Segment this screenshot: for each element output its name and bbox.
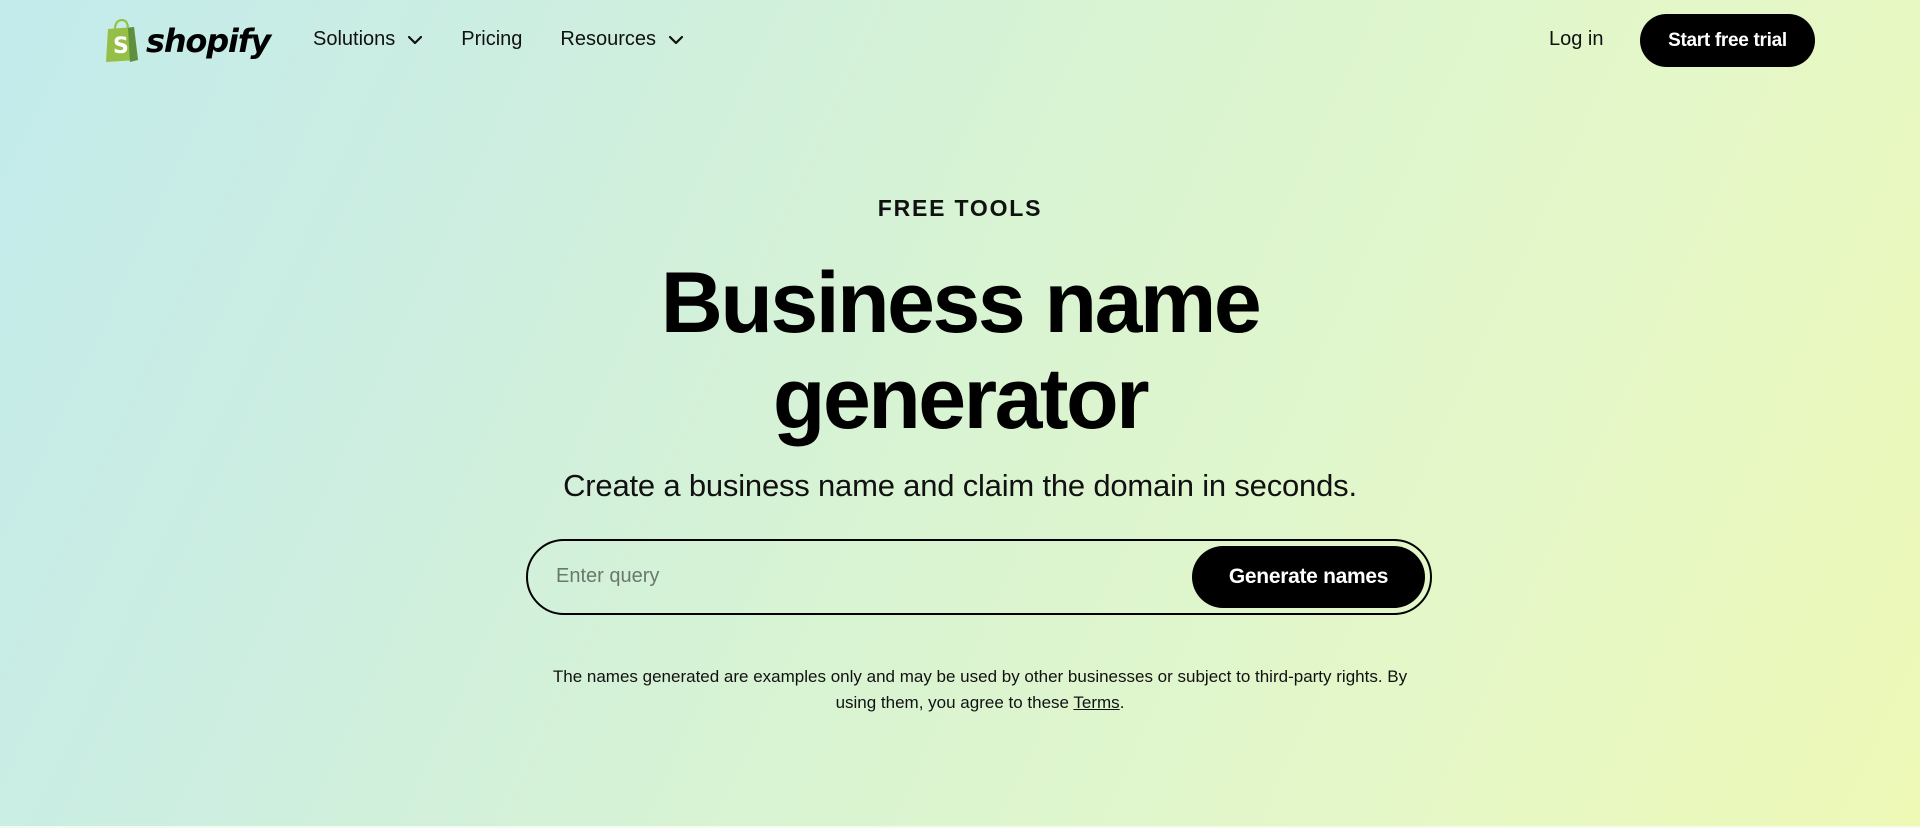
name-generator-form: Generate names <box>526 539 1432 615</box>
nav-item-label: Solutions <box>313 28 396 50</box>
brand-name: shopify <box>146 22 271 60</box>
site-header: S shopify Solutions Pricing Resources Lo… <box>0 0 1920 84</box>
title-line-1: Business name <box>660 255 1262 351</box>
nav-item-resources[interactable]: Resources <box>560 28 684 51</box>
nav-item-label: Resources <box>560 28 657 50</box>
start-free-trial-button[interactable]: Start free trial <box>1640 14 1815 67</box>
page-subtitle: Create a business name and claim the dom… <box>563 468 1357 503</box>
login-link[interactable]: Log in <box>1549 28 1604 51</box>
disclaimer-end: . <box>1119 693 1125 712</box>
chevron-down-icon <box>408 35 423 44</box>
nav-item-label: Pricing <box>461 28 523 50</box>
query-input[interactable] <box>556 541 1156 612</box>
nav-item-pricing[interactable]: Pricing <box>461 28 522 51</box>
svg-text:S: S <box>113 34 129 59</box>
eyebrow-label: FREE TOOLS <box>877 195 1043 221</box>
nav-item-solutions[interactable]: Solutions <box>313 28 423 51</box>
chevron-down-icon <box>668 35 684 44</box>
disclaimer-body: The names generated are examples only an… <box>552 667 1408 712</box>
shopify-logo[interactable]: S shopify <box>104 18 271 64</box>
disclaimer-text: The names generated are examples only an… <box>540 664 1420 716</box>
main-nav: Solutions Pricing Resources <box>313 28 722 51</box>
terms-link[interactable]: Terms <box>1073 693 1119 712</box>
title-line-2: generator <box>772 351 1150 447</box>
page-title: Business name generator <box>0 255 1920 447</box>
shopping-bag-logo-icon: S <box>106 19 138 62</box>
generate-names-button[interactable]: Generate names <box>1192 546 1425 608</box>
